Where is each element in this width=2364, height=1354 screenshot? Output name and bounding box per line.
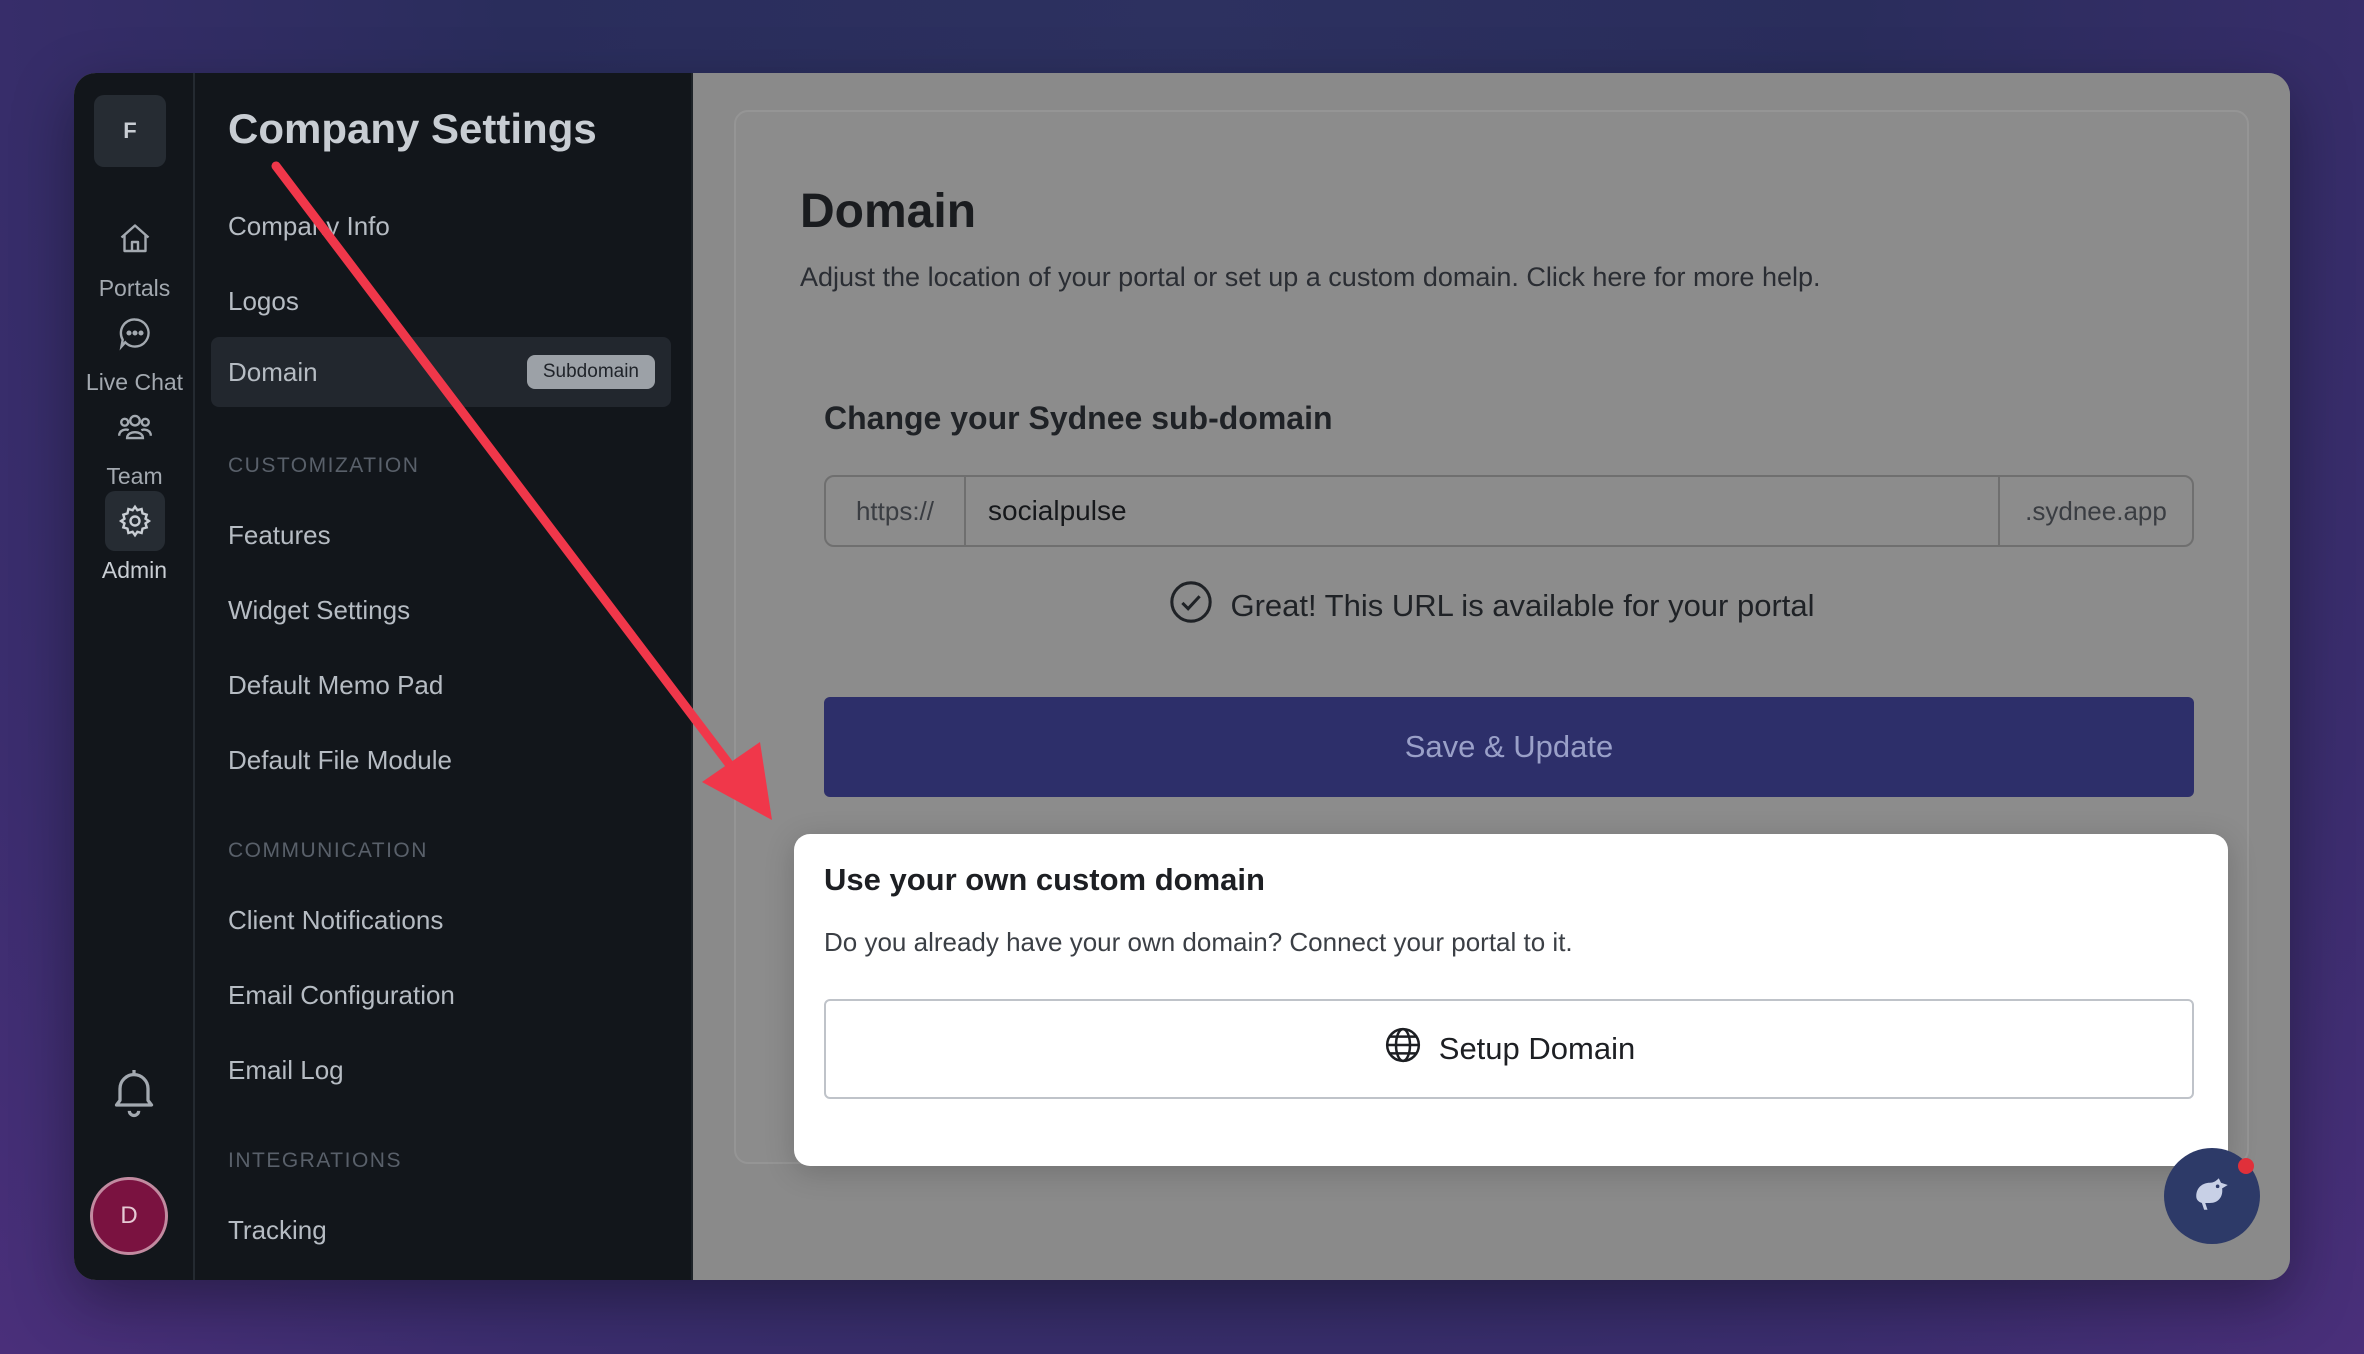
nav-item-default-memo-pad[interactable]: Default Memo Pad — [228, 670, 443, 701]
rail-item-live-chat[interactable]: Live Chat — [74, 303, 195, 396]
setup-domain-label: Setup Domain — [1438, 1031, 1636, 1066]
nav-item-client-notifications[interactable]: Client Notifications — [228, 905, 443, 936]
rail-label-portals: Portals — [98, 275, 171, 301]
subdomain-input[interactable]: socialpulse — [966, 477, 1998, 545]
rail-label-live-chat: Live Chat — [85, 369, 184, 395]
page-subtitle[interactable]: Adjust the location of your portal or se… — [800, 262, 1821, 293]
rail-item-portals[interactable]: Portals — [74, 209, 195, 302]
subdomain-heading: Change your Sydnee sub-domain — [824, 400, 1333, 436]
notification-dot — [2238, 1158, 2254, 1174]
bell-icon[interactable] — [106, 1063, 162, 1119]
workspace-switcher[interactable]: F — [94, 95, 166, 167]
availability-message: Great! This URL is available for your po… — [736, 579, 2247, 633]
home-icon — [105, 209, 165, 269]
custom-domain-description: Do you already have your own domain? Con… — [824, 927, 1573, 957]
nav-item-logos[interactable]: Logos — [228, 286, 299, 317]
team-icon — [105, 397, 165, 457]
section-customization: CUSTOMIZATION — [228, 454, 420, 477]
rail-item-admin[interactable]: Admin — [74, 491, 195, 584]
chat-bubble-icon — [105, 303, 165, 363]
rail-item-team[interactable]: Team — [74, 397, 195, 490]
nav-item-email-log[interactable]: Email Log — [228, 1055, 344, 1086]
icon-rail: F Portals Live Chat Team Admin D — [74, 73, 195, 1280]
custom-domain-heading: Use your own custom domain — [824, 862, 1265, 897]
save-update-button[interactable]: Save & Update — [824, 697, 2194, 797]
subdomain-badge: Subdomain — [526, 355, 655, 389]
section-communication: COMMUNICATION — [228, 839, 428, 862]
bird-icon — [2185, 1167, 2239, 1226]
nav-item-tracking[interactable]: Tracking — [228, 1215, 327, 1246]
page-title: Domain — [800, 185, 977, 238]
nav-item-features[interactable]: Features — [228, 520, 331, 551]
nav-item-default-file-module[interactable]: Default File Module — [228, 745, 452, 776]
check-circle-icon — [1168, 579, 1214, 633]
settings-nav: Company Settings Company Info Logos Doma… — [195, 73, 693, 1280]
gear-icon — [104, 491, 165, 551]
section-integrations: INTEGRATIONS — [228, 1149, 402, 1172]
nav-item-domain[interactable]: Domain Subdomain — [211, 337, 671, 407]
rail-label-team: Team — [106, 463, 163, 489]
subdomain-input-group: https:// socialpulse .sydnee.app — [824, 475, 2194, 547]
nav-item-domain-label: Domain — [228, 357, 318, 387]
nav-title: Company Settings — [228, 105, 597, 152]
chat-launcher-button[interactable] — [2164, 1148, 2260, 1244]
avatar[interactable]: D — [90, 1177, 168, 1255]
nav-item-email-configuration[interactable]: Email Configuration — [228, 980, 455, 1011]
setup-domain-button[interactable]: Setup Domain — [824, 999, 2194, 1099]
availability-text: Great! This URL is available for your po… — [1230, 588, 1815, 623]
globe-icon — [1383, 1025, 1423, 1073]
custom-domain-card: Use your own custom domain Do you alread… — [794, 834, 2228, 1166]
url-suffix: .sydnee.app — [1998, 477, 2192, 545]
nav-item-company-info[interactable]: Company Info — [228, 211, 390, 242]
rail-label-admin: Admin — [101, 557, 168, 583]
nav-item-widget-settings[interactable]: Widget Settings — [228, 595, 410, 626]
url-prefix: https:// — [826, 477, 966, 545]
